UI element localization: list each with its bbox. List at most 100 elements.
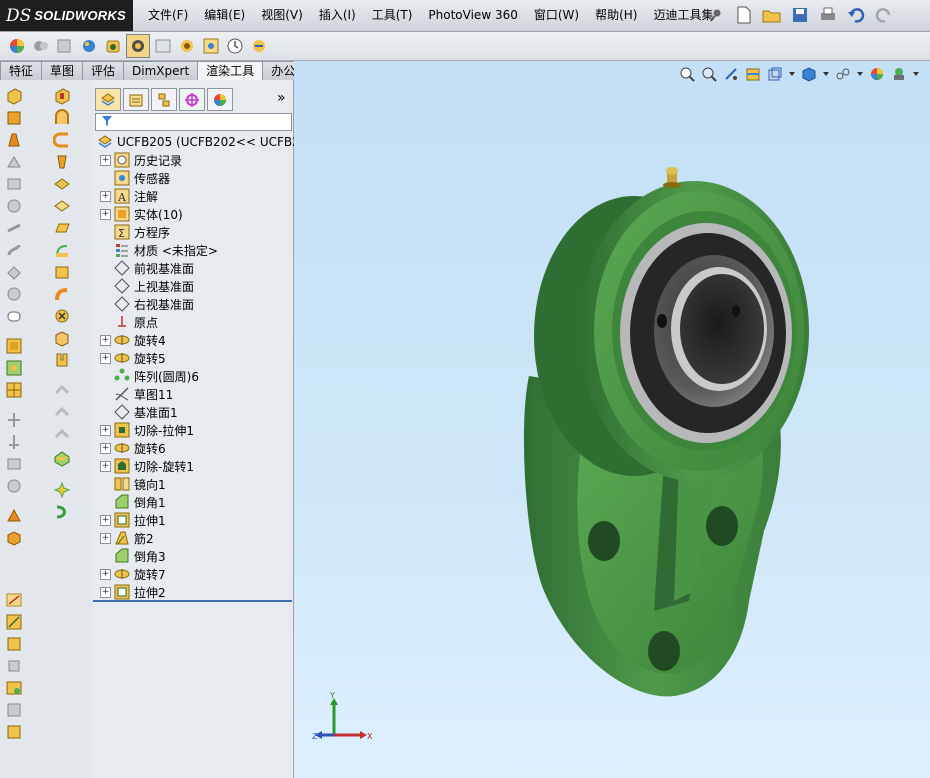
- tab-4[interactable]: 渲染工具: [197, 61, 264, 80]
- cut-sweep-icon[interactable]: [4, 240, 24, 259]
- tab-2[interactable]: 评估: [82, 61, 125, 80]
- final-render-icon[interactable]: [176, 35, 198, 57]
- lofted-boss-icon[interactable]: [4, 152, 24, 171]
- lights-icon[interactable]: [78, 35, 100, 57]
- tree-item[interactable]: + 旋转7: [100, 565, 293, 583]
- graphics-viewport[interactable]: Y X Z: [294, 61, 930, 778]
- boundary-cut-icon[interactable]: [4, 284, 24, 303]
- tree-item[interactable]: + 实体(10): [100, 205, 293, 223]
- rib-icon[interactable]: [4, 358, 24, 377]
- tab-3[interactable]: DimXpert: [123, 61, 199, 80]
- camera-icon[interactable]: [102, 35, 124, 57]
- bearing-housing-model[interactable]: [514, 161, 834, 711]
- rip-icon[interactable]: [52, 350, 72, 369]
- expand-toggle-icon[interactable]: +: [100, 568, 111, 580]
- display-style-icon[interactable]: [800, 65, 818, 83]
- draft-icon[interactable]: [4, 528, 24, 547]
- revolved-boss-icon[interactable]: [4, 108, 24, 127]
- 3d-sketch-icon[interactable]: [4, 590, 24, 609]
- tree-item[interactable]: + 切除-拉伸1: [100, 421, 293, 439]
- zoom-to-area-icon[interactable]: [700, 65, 718, 83]
- undo-icon[interactable]: [845, 4, 867, 26]
- dropdown-arrow-icon-3[interactable]: [856, 65, 864, 83]
- render-region-icon[interactable]: [200, 35, 222, 57]
- hem-icon[interactable]: [52, 174, 72, 193]
- edge-flange-icon[interactable]: [52, 130, 72, 149]
- dome-icon[interactable]: [4, 476, 24, 495]
- tab-0[interactable]: 特征: [0, 61, 43, 80]
- reference-geometry-icon[interactable]: [4, 410, 24, 429]
- dropdown-arrow-icon-2[interactable]: [822, 65, 830, 83]
- tree-item[interactable]: + 旋转6: [100, 439, 293, 457]
- panel-expand-arrows[interactable]: »: [277, 90, 286, 106]
- edit-appearance-icon[interactable]: [868, 65, 886, 83]
- property-manager-tab-icon[interactable]: [123, 88, 149, 111]
- instant3d-icon[interactable]: [4, 454, 24, 473]
- expand-toggle-icon[interactable]: +: [100, 352, 111, 364]
- zoom-to-fit-icon[interactable]: [678, 65, 696, 83]
- tree-item[interactable]: + 旋转5: [100, 349, 293, 367]
- expand-toggle-icon[interactable]: +: [100, 208, 111, 220]
- tree-item[interactable]: 基准面1: [100, 403, 293, 421]
- previous-view-icon[interactable]: [722, 65, 740, 83]
- wrap-icon[interactable]: [4, 380, 24, 399]
- break-corner-icon[interactable]: [52, 426, 72, 445]
- hide-show-items-icon[interactable]: [834, 65, 852, 83]
- menu-item-5[interactable]: PhotoView 360: [420, 0, 525, 31]
- jog-icon[interactable]: [52, 196, 72, 215]
- boundary-boss-icon[interactable]: [4, 174, 24, 193]
- redo-icon[interactable]: [873, 4, 895, 26]
- tree-item[interactable]: 阵列(圆周)6: [100, 367, 293, 385]
- welded-corner-icon[interactable]: [52, 382, 72, 401]
- expand-toggle-icon[interactable]: +: [100, 460, 111, 472]
- new-document-icon[interactable]: [733, 4, 755, 26]
- tree-item[interactable]: 上视基准面: [100, 277, 293, 295]
- save-icon[interactable]: [789, 4, 811, 26]
- tree-item[interactable]: + 切除-旋转1: [100, 457, 293, 475]
- repair-sketch-icon[interactable]: [4, 678, 24, 697]
- unfold-icon[interactable]: [52, 262, 72, 281]
- cross-break-icon[interactable]: [52, 240, 72, 259]
- insert-bends-icon[interactable]: [52, 328, 72, 347]
- sketch-icon-tool[interactable]: [4, 612, 24, 631]
- shell-icon[interactable]: [4, 506, 24, 525]
- flat-icon[interactable]: [52, 448, 72, 467]
- pin-icon[interactable]: [705, 4, 727, 26]
- swept-boss-icon[interactable]: [4, 130, 24, 149]
- appearance-ball-icon[interactable]: [6, 35, 28, 57]
- no-bends-icon[interactable]: [52, 306, 72, 325]
- expand-toggle-icon[interactable]: +: [100, 532, 111, 544]
- tree-item[interactable]: + A 注解: [100, 187, 293, 205]
- recall-render-icon[interactable]: [248, 35, 270, 57]
- tree-item[interactable]: 倒角1: [100, 493, 293, 511]
- menu-item-4[interactable]: 工具(T): [364, 0, 421, 31]
- cut-revolve-icon[interactable]: [4, 218, 24, 237]
- linear-pattern-icon[interactable]: [4, 336, 24, 355]
- tree-item[interactable]: 原点: [100, 313, 293, 331]
- apply-scene-icon[interactable]: [890, 65, 908, 83]
- cut-loft-icon[interactable]: [4, 262, 24, 281]
- hole-wizard-icon[interactable]: [4, 196, 24, 215]
- tree-item[interactable]: 材质 <未指定>: [100, 241, 293, 259]
- corner-trim-icon[interactable]: [52, 404, 72, 423]
- tree-item[interactable]: 倒角3: [100, 547, 293, 565]
- display-manager-tab-icon[interactable]: [207, 88, 233, 111]
- section-view-icon[interactable]: [744, 65, 762, 83]
- scene-icon[interactable]: [54, 35, 76, 57]
- feature-tree-tab-icon[interactable]: [95, 88, 121, 111]
- fold-icon[interactable]: [52, 284, 72, 303]
- decal-icon[interactable]: [30, 35, 52, 57]
- menu-item-2[interactable]: 视图(V): [253, 0, 311, 31]
- tree-item[interactable]: 右视基准面: [100, 295, 293, 313]
- dimxpert-manager-tab-icon[interactable]: [179, 88, 205, 111]
- expand-toggle-icon[interactable]: +: [100, 154, 111, 166]
- sheet-metal-icon[interactable]: [52, 108, 72, 127]
- schedule-render-icon[interactable]: [224, 35, 246, 57]
- sketched-bend-icon[interactable]: [52, 218, 72, 237]
- menu-item-0[interactable]: 文件(F): [140, 0, 196, 31]
- tree-item[interactable]: + 拉伸1: [100, 511, 293, 529]
- miter-flange-icon[interactable]: [52, 152, 72, 171]
- tree-filter-input[interactable]: [95, 113, 292, 131]
- tree-item[interactable]: + 历史记录: [100, 151, 293, 169]
- swoosh-icon[interactable]: [52, 502, 72, 521]
